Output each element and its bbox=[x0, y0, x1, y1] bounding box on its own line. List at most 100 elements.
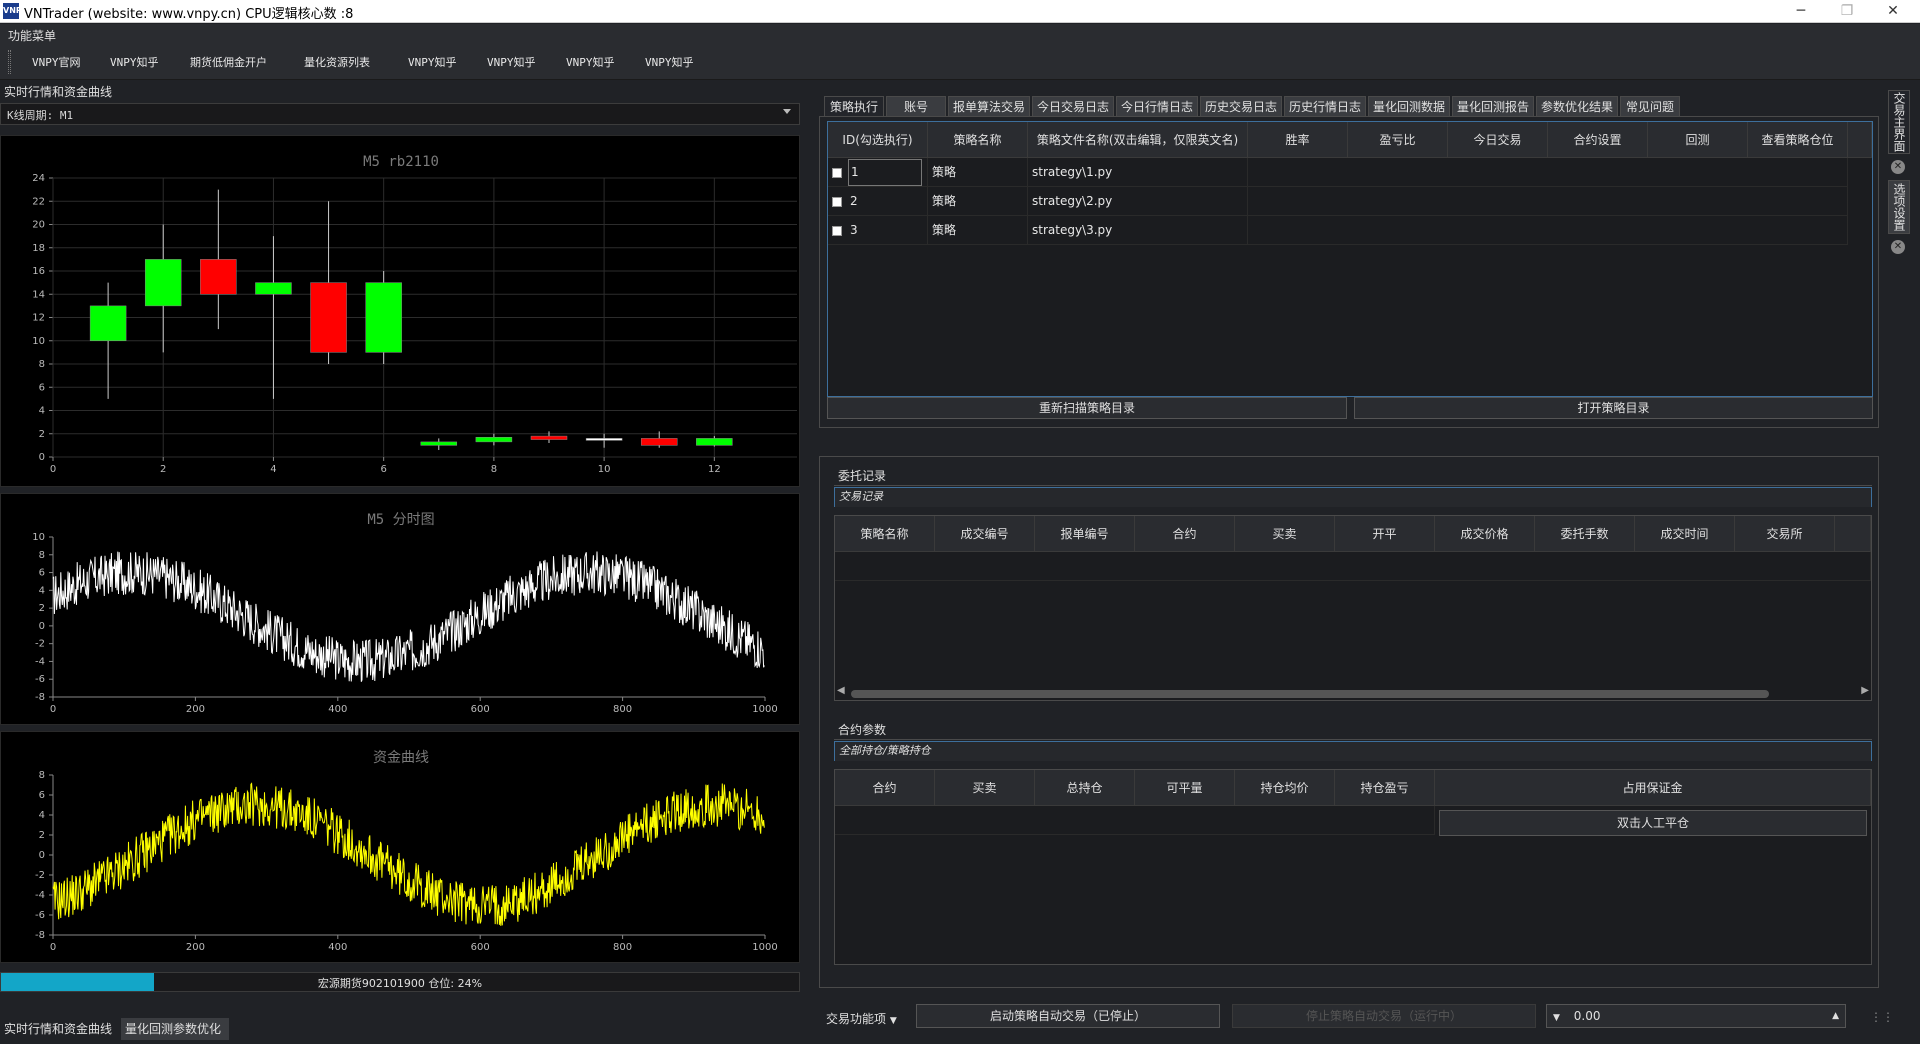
tab-backtest-data[interactable]: 量化回测数据 bbox=[1368, 96, 1450, 117]
close-icon[interactable]: ✕ bbox=[1891, 160, 1905, 174]
col-header[interactable]: 买卖 bbox=[1235, 516, 1335, 552]
close-icon[interactable]: ✕ bbox=[1870, 0, 1916, 22]
toolbar-quant-resources[interactable]: 量化资源列表 bbox=[304, 54, 370, 70]
positions-subtab[interactable]: 全部持仓/策略持仓 bbox=[834, 741, 1872, 761]
row-file[interactable]: strategy\3.py bbox=[1028, 216, 1248, 245]
restore-icon[interactable]: ❐ bbox=[1824, 0, 1870, 22]
tab-param-optimize[interactable]: 参数优化结果 bbox=[1536, 96, 1618, 117]
x-tick-label: 800 bbox=[613, 704, 632, 715]
candle-body bbox=[475, 436, 513, 443]
toolbar-vnpy-zhihu-2[interactable]: VNPY知乎 bbox=[408, 54, 457, 70]
toolbar-grip[interactable] bbox=[8, 50, 11, 74]
candle-body bbox=[310, 282, 347, 353]
tab-realtime[interactable]: 实时行情和资金曲线 bbox=[0, 1018, 120, 1040]
intraday-chart[interactable]: M5 分时图 -8 -6 -4 -2 0 2 4 6 8 10 0 200 400 600 800 1000 bbox=[0, 493, 800, 725]
checkbox[interactable] bbox=[832, 226, 842, 236]
value-spinbox[interactable]: ▼ 0.00 ▲ bbox=[1546, 1004, 1846, 1028]
col-header[interactable]: 合约 bbox=[1135, 516, 1235, 552]
row-empty bbox=[1248, 216, 1848, 245]
col-header[interactable]: 策略名称 bbox=[835, 516, 935, 552]
col-header[interactable]: 开平 bbox=[1335, 516, 1435, 552]
stop-auto-trade-button[interactable]: 停止策略自动交易（运行中） bbox=[1232, 1004, 1536, 1028]
tab-faq[interactable]: 常见问题 bbox=[1620, 96, 1680, 117]
col-header[interactable]: 买卖 bbox=[935, 770, 1035, 806]
col-header[interactable]: 合约 bbox=[835, 770, 935, 806]
start-auto-trade-button[interactable]: 启动策略自动交易（已停止） bbox=[916, 1004, 1220, 1028]
row-id-cell[interactable]: 2 bbox=[828, 187, 928, 216]
col-header-pl-ratio[interactable]: 盈亏比 bbox=[1348, 122, 1448, 158]
col-header[interactable]: 总持仓 bbox=[1035, 770, 1135, 806]
col-header-winrate[interactable]: 胜率 bbox=[1248, 122, 1348, 158]
col-header[interactable]: 持仓盈亏 bbox=[1335, 770, 1435, 806]
series-line bbox=[52, 782, 765, 926]
tab-account[interactable]: 账号 bbox=[886, 96, 946, 117]
orders-subtab[interactable]: 交易记录 bbox=[834, 487, 1872, 507]
col-header-name[interactable]: 策略名称 bbox=[928, 122, 1028, 158]
tab-algo-order[interactable]: 报单算法交易 bbox=[948, 96, 1030, 117]
scroll-left-icon[interactable]: ◀ bbox=[837, 685, 845, 696]
y-tick-label: 2 bbox=[39, 603, 45, 614]
menu-function[interactable]: 功能菜单 bbox=[8, 27, 56, 44]
col-header[interactable]: 交易所 bbox=[1735, 516, 1835, 552]
equity-curve-chart[interactable]: 资金曲线 -8 -6 -4 -2 0 2 4 6 8 0 200 400 600 800 1000 bbox=[0, 731, 800, 963]
toolbar-vnpy-zhihu-3[interactable]: VNPY知乎 bbox=[487, 54, 536, 70]
table-row[interactable] bbox=[835, 806, 1435, 835]
col-header[interactable]: 持仓均价 bbox=[1235, 770, 1335, 806]
tab-hist-trade-log[interactable]: 历史交易日志 bbox=[1200, 96, 1282, 117]
vtab-trading-main[interactable]: 交易主界面 bbox=[1888, 90, 1910, 154]
tab-strategy-exec[interactable]: 策略执行 bbox=[824, 96, 884, 117]
horizontal-scrollbar[interactable]: ◀ ▶ bbox=[835, 685, 1871, 700]
row-file[interactable]: strategy\2.py bbox=[1028, 187, 1248, 216]
spin-up-icon[interactable]: ▲ bbox=[1832, 1005, 1839, 1027]
vtab-options[interactable]: 选项设置 bbox=[1888, 180, 1910, 234]
checkbox[interactable] bbox=[832, 168, 842, 178]
candle-body bbox=[696, 438, 733, 446]
minimize-icon[interactable]: ─ bbox=[1778, 0, 1824, 22]
tab-backtest-optimize[interactable]: 量化回测参数优化 bbox=[121, 1018, 229, 1040]
col-header-contract[interactable]: 合约设置 bbox=[1548, 122, 1648, 158]
col-header-today-trade[interactable]: 今日交易 bbox=[1448, 122, 1548, 158]
col-header-view-position[interactable]: 查看策略仓位 bbox=[1748, 122, 1848, 158]
toolbar-vnpy-zhihu-4[interactable]: VNPY知乎 bbox=[566, 54, 615, 70]
open-strategy-dir-button[interactable]: 打开策略目录 bbox=[1354, 397, 1873, 419]
row-id-cell[interactable]: 1 bbox=[828, 158, 928, 187]
col-header-id[interactable]: ID(勾选执行) bbox=[828, 122, 928, 158]
scroll-thumb[interactable] bbox=[851, 690, 1769, 698]
col-header[interactable]: 成交编号 bbox=[935, 516, 1035, 552]
row-file[interactable]: strategy\1.py bbox=[1028, 158, 1248, 187]
more-icon[interactable]: ⋮⋮ bbox=[1870, 1010, 1894, 1024]
tab-hist-market-log[interactable]: 历史行情日志 bbox=[1284, 96, 1366, 117]
row-id-cell[interactable]: 3 bbox=[828, 216, 928, 245]
row-name[interactable]: 策略 bbox=[928, 187, 1028, 216]
col-header[interactable]: 成交价格 bbox=[1435, 516, 1535, 552]
scroll-right-icon[interactable]: ▶ bbox=[1861, 685, 1869, 696]
table-row[interactable] bbox=[835, 552, 1871, 581]
checkbox[interactable] bbox=[832, 197, 842, 207]
toolbar-vnpy-zhihu[interactable]: VNPY知乎 bbox=[110, 54, 159, 70]
col-header[interactable]: 占用保证金 bbox=[1435, 770, 1871, 806]
row-name[interactable]: 策略 bbox=[928, 158, 1028, 187]
tab-backtest-report[interactable]: 量化回测报告 bbox=[1452, 96, 1534, 117]
col-header[interactable]: 可平量 bbox=[1135, 770, 1235, 806]
orders-table: 策略名称 成交编号 报单编号 合约 买卖 开平 成交价格 委托手数 成交时间 交… bbox=[834, 515, 1872, 701]
y-tick-label: -2 bbox=[35, 639, 45, 650]
candlestick-chart[interactable]: M5 rb2110 0 2 4 6 8 10 12 14 16 18 20 22 24 0 2 4 6 8 10 12 bbox=[0, 135, 800, 487]
tab-today-market-log[interactable]: 今日行情日志 bbox=[1116, 96, 1198, 117]
col-header-file[interactable]: 策略文件名称(双击编辑，仅限英文名) bbox=[1028, 122, 1248, 158]
toolbar-vnpy-site[interactable]: VNPY官网 bbox=[32, 54, 81, 70]
col-header-backtest[interactable]: 回测 bbox=[1648, 122, 1748, 158]
manual-close-button[interactable]: 双击人工平仓 bbox=[1439, 810, 1867, 836]
kline-period-combo[interactable]: K线周期: M1 bbox=[0, 103, 800, 125]
col-header[interactable]: 成交时间 bbox=[1635, 516, 1735, 552]
toolbar-vnpy-zhihu-5[interactable]: VNPY知乎 bbox=[645, 54, 694, 70]
tab-today-trade-log[interactable]: 今日交易日志 bbox=[1032, 96, 1114, 117]
col-header[interactable]: 委托手数 bbox=[1535, 516, 1635, 552]
close-icon[interactable]: ✕ bbox=[1891, 240, 1905, 254]
trade-function-menu[interactable]: 交易功能项 ▼ bbox=[826, 1010, 897, 1027]
rescan-strategy-button[interactable]: 重新扫描策略目录 bbox=[827, 397, 1347, 419]
trading-bar: 交易功能项 ▼ 启动策略自动交易（已停止） 停止策略自动交易（运行中） ▼ 0.… bbox=[816, 1000, 1916, 1040]
spin-down-icon[interactable]: ▼ bbox=[1553, 1013, 1560, 1023]
row-name[interactable]: 策略 bbox=[928, 216, 1028, 245]
toolbar-futures-account[interactable]: 期货低佣金开户 bbox=[190, 54, 267, 70]
col-header[interactable]: 报单编号 bbox=[1035, 516, 1135, 552]
